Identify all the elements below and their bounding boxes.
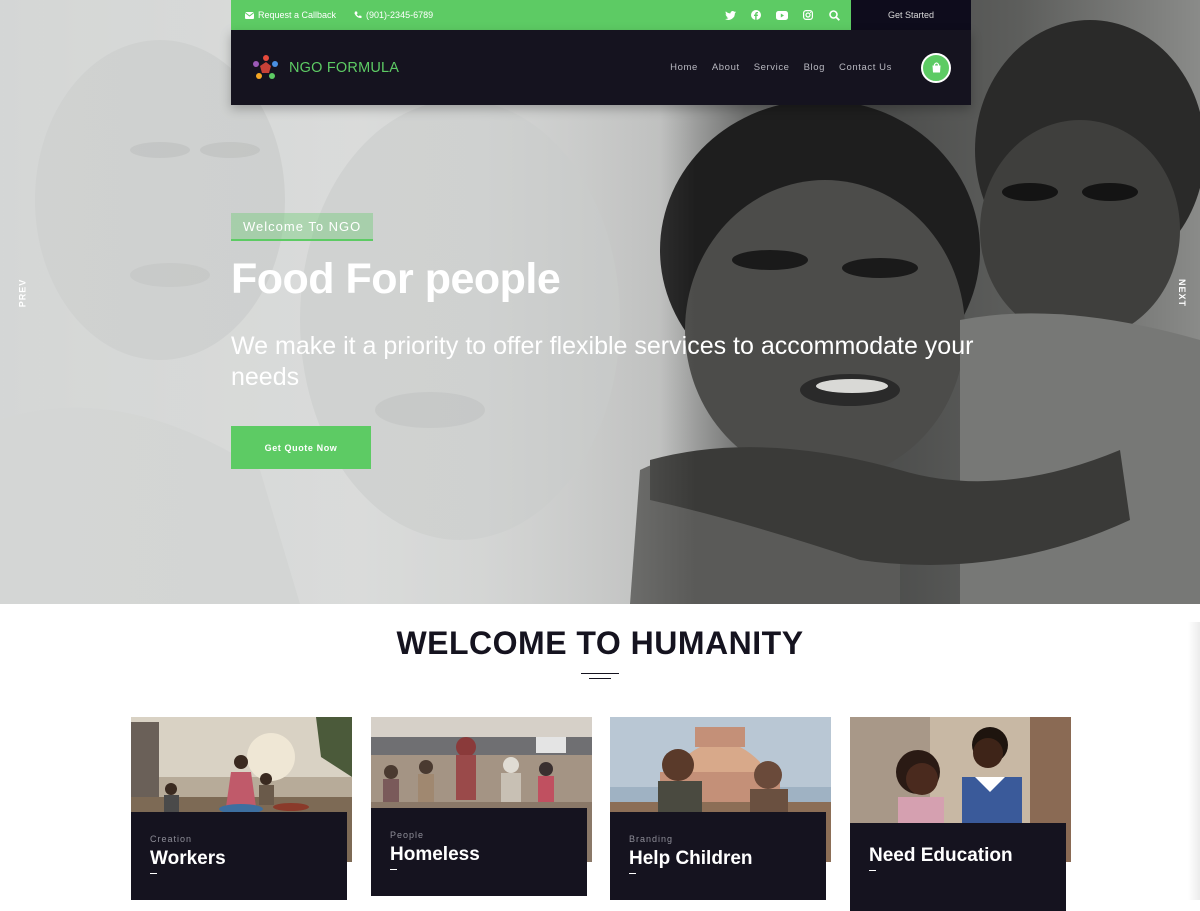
card-title: Need Education <box>869 845 1013 866</box>
site-logo[interactable]: NGO FORMULA <box>251 54 399 82</box>
card-caption: Branding Help Children <box>610 812 826 900</box>
nav-item-about[interactable]: About <box>705 62 747 73</box>
top-bar-contact: Request a Callback (901)-2345-6789 <box>231 0 851 30</box>
card-underline <box>150 873 157 874</box>
slider-next-button[interactable]: NEXT <box>1177 279 1187 307</box>
top-bar: Request a Callback (901)-2345-6789 Get S… <box>231 0 971 30</box>
twitter-icon[interactable] <box>717 0 743 30</box>
nav-item-service[interactable]: Service <box>747 62 797 73</box>
card-caption: Creation Workers <box>131 812 347 900</box>
nav-item-blog[interactable]: Blog <box>797 62 832 73</box>
hero-title: Food For people <box>231 255 561 303</box>
cause-cards: Creation Workers People Homeless Brandin… <box>131 717 1071 911</box>
card-title: Homeless <box>390 844 480 865</box>
request-callback-link[interactable]: Request a Callback <box>245 10 336 20</box>
nav-menu: Home About Service Blog Contact Us <box>663 62 899 73</box>
card-help-children[interactable]: Branding Help Children <box>610 717 831 900</box>
card-underline <box>390 869 397 870</box>
card-category: People <box>390 830 425 840</box>
youtube-icon[interactable] <box>769 0 795 30</box>
phone-icon <box>354 11 362 19</box>
phone-number: (901)-2345-6789 <box>366 10 434 20</box>
section-title: WELCOME TO HUMANITY <box>396 625 804 661</box>
social-links <box>717 0 851 30</box>
nav-item-home[interactable]: Home <box>663 62 705 73</box>
card-need-education[interactable]: Need Education <box>850 717 1071 911</box>
slider-prev-button[interactable]: PREV <box>17 279 27 308</box>
shopping-bag-icon <box>932 62 940 73</box>
envelope-icon <box>245 11 254 19</box>
card-workers[interactable]: Creation Workers <box>131 717 352 900</box>
get-quote-button[interactable]: Get Quote Now <box>231 426 371 469</box>
card-caption: Need Education <box>850 823 1066 911</box>
card-title: Help Children <box>629 848 753 869</box>
card-caption: People Homeless <box>371 808 587 896</box>
hero-tagline: Welcome To NGO <box>231 213 374 241</box>
logo-mark-icon <box>253 54 278 79</box>
hero-subtitle: We make it a priority to offer flexible … <box>231 332 974 391</box>
title-divider <box>581 673 619 683</box>
card-homeless[interactable]: People Homeless <box>371 717 592 900</box>
card-category: Branding <box>629 834 674 844</box>
main-navbar: NGO FORMULA Home About Service Blog Cont… <box>231 30 971 105</box>
card-category: Creation <box>150 834 193 844</box>
request-callback-label: Request a Callback <box>258 10 337 20</box>
instagram-icon[interactable] <box>795 0 821 30</box>
facebook-icon[interactable] <box>743 0 769 30</box>
card-title: Workers <box>150 848 226 869</box>
card-underline <box>629 873 636 874</box>
side-shadow <box>1188 622 1200 900</box>
nav-item-contact[interactable]: Contact Us <box>832 62 899 73</box>
get-started-button[interactable]: Get Started <box>851 0 971 30</box>
phone-link[interactable]: (901)-2345-6789 <box>354 10 433 20</box>
card-underline <box>869 870 876 871</box>
cart-button[interactable] <box>921 52 951 83</box>
logo-text: NGO FORMULA <box>289 59 400 76</box>
search-icon[interactable] <box>821 0 847 30</box>
